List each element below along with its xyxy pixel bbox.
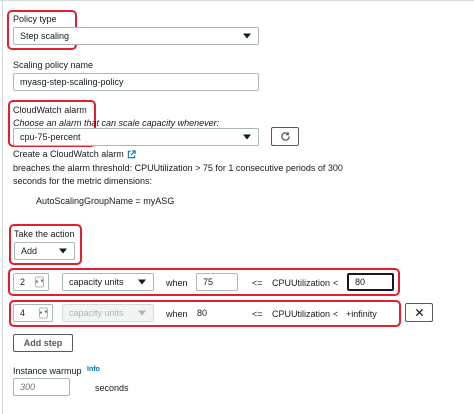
action-select[interactable]: Add bbox=[14, 242, 75, 260]
left-border bbox=[2, 0, 3, 414]
step-2-amount: 4 bbox=[20, 308, 26, 318]
create-alarm-link[interactable]: Create a CloudWatch alarm bbox=[13, 149, 136, 159]
action-label: Take the action bbox=[14, 229, 75, 239]
step-2-amount-input[interactable]: 4 ▲▼ bbox=[13, 304, 53, 322]
action-value: Add bbox=[21, 246, 38, 256]
warmup-input[interactable] bbox=[13, 378, 70, 396]
policy-type-select[interactable]: Step scaling bbox=[13, 27, 259, 45]
step-2-op2: < bbox=[333, 309, 339, 319]
step-1-upper: 80 bbox=[355, 277, 366, 287]
step-1-amount: 2 bbox=[20, 277, 26, 287]
alarm-select[interactable]: cpu-75-percent bbox=[13, 128, 259, 146]
alarm-dimension: AutoScalingGroupName = myASG bbox=[36, 196, 175, 206]
step-2-lower-input: 80 bbox=[190, 304, 238, 322]
refresh-alarms-button[interactable] bbox=[271, 127, 299, 146]
step-2-op1: <= bbox=[252, 309, 263, 319]
step-2-metric: CPUUtilization bbox=[272, 309, 331, 319]
step-2-unit: capacity units bbox=[69, 308, 124, 318]
alarm-hint: Choose an alarm that can scale capacity … bbox=[13, 118, 220, 128]
step-1-unit: capacity units bbox=[69, 277, 124, 287]
step-1-metric: CPUUtilization bbox=[272, 278, 331, 288]
create-alarm-label: Create a CloudWatch alarm bbox=[13, 149, 124, 159]
chevron-down-icon bbox=[138, 279, 146, 285]
policy-type-value: Step scaling bbox=[20, 31, 70, 41]
step-1-amount-input[interactable]: 2 ▲▼ bbox=[13, 273, 49, 291]
policy-type-label: Policy type bbox=[13, 14, 57, 24]
step-1-op2: < bbox=[333, 278, 339, 288]
close-icon bbox=[415, 308, 423, 317]
step-1-upper-input[interactable]: 80 bbox=[347, 273, 394, 291]
step-1-unit-select[interactable]: capacity units bbox=[62, 273, 154, 291]
refresh-icon bbox=[280, 132, 290, 141]
alarm-description: breaches the alarm threshold: CPUUtiliza… bbox=[13, 163, 343, 173]
step-1-lower: 75 bbox=[203, 277, 214, 287]
add-step-button[interactable]: Add step bbox=[13, 334, 73, 352]
step-2-upper: +infinity bbox=[346, 309, 377, 319]
warmup-info-link[interactable]: Info bbox=[87, 366, 100, 373]
step-1-when: when bbox=[166, 278, 188, 288]
step-2-unit-select: capacity units bbox=[62, 304, 154, 322]
alarm-label: CloudWatch alarm bbox=[13, 105, 87, 115]
stepper-icon[interactable]: ▲▼ bbox=[39, 307, 48, 319]
step-1-lower-input[interactable]: 75 bbox=[196, 273, 238, 291]
chevron-down-icon bbox=[243, 33, 251, 39]
policy-name-label: Scaling policy name bbox=[13, 60, 94, 70]
remove-step-button[interactable] bbox=[405, 303, 433, 322]
chevron-down-icon bbox=[59, 248, 67, 254]
chevron-down-icon bbox=[243, 134, 251, 140]
step-2-when: when bbox=[166, 309, 188, 319]
step-1-op1: <= bbox=[252, 278, 263, 288]
external-link-icon bbox=[127, 149, 136, 158]
stepper-icon[interactable]: ▲▼ bbox=[35, 276, 44, 288]
alarm-description-2: seconds for the metric dimensions: bbox=[13, 176, 153, 186]
alarm-value: cpu-75-percent bbox=[20, 132, 81, 142]
chevron-down-icon bbox=[138, 310, 146, 316]
warmup-label: Instance warmup bbox=[13, 366, 82, 376]
policy-name-value: myasg-step-scaling-policy bbox=[20, 77, 124, 87]
warmup-unit: seconds bbox=[95, 383, 129, 393]
step-2-lower: 80 bbox=[197, 308, 208, 318]
policy-name-input[interactable]: myasg-step-scaling-policy bbox=[13, 73, 259, 91]
